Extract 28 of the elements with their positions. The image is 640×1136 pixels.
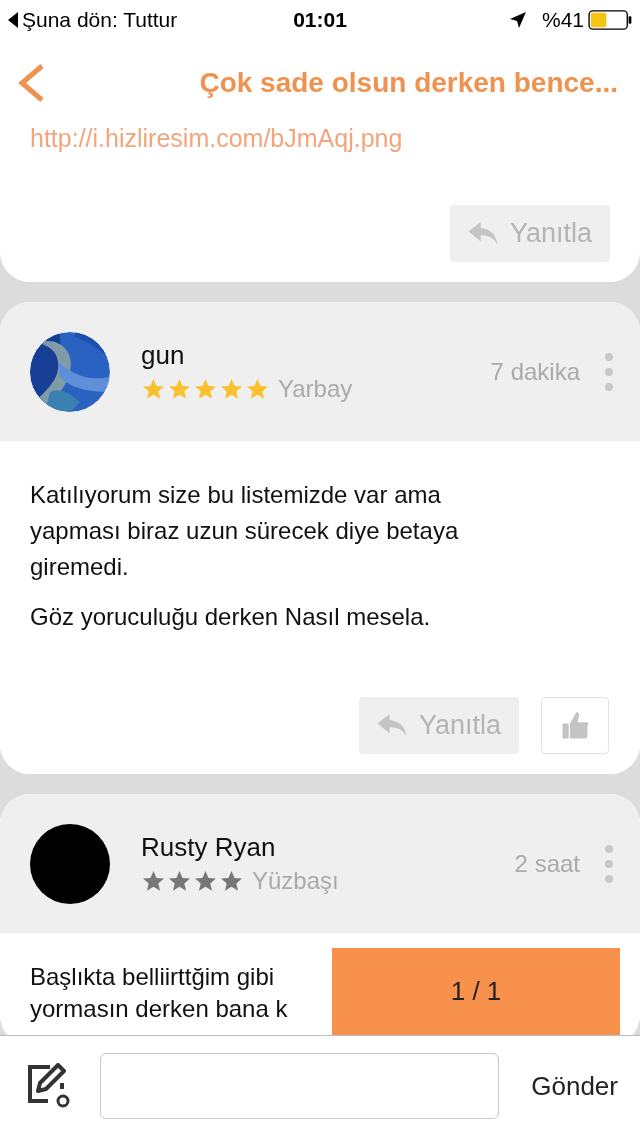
page-indicator[interactable]: 1 / 1 [332, 948, 620, 1035]
comment-text: Göz yoruculuğu derken Nasıl mesela. [30, 602, 432, 632]
thread-title: Çok sade olsun derken bence... [199, 66, 618, 99]
timestamp: 7 dakika [490, 357, 580, 386]
thumbs-up-icon [560, 710, 590, 741]
timestamp: 2 saat [514, 849, 580, 878]
user-rank: Yüzbaşı [252, 867, 339, 895]
like-button[interactable] [541, 697, 609, 754]
back-arrow-icon [8, 12, 18, 28]
reply-arrow-icon [376, 713, 407, 738]
more-options-icon[interactable] [604, 843, 614, 884]
author-name[interactable]: gun [141, 340, 353, 371]
author-name[interactable]: Rusty Ryan [141, 832, 339, 863]
user-rank: Yarbay [278, 375, 353, 403]
clock: 01:01 [293, 8, 347, 32]
send-button[interactable]: Gönder [531, 1070, 618, 1102]
message-input[interactable] [100, 1053, 499, 1119]
reply-arrow-icon [467, 221, 498, 246]
location-icon [509, 12, 526, 28]
comment-text: Başlıkta belliirttğim gibi [30, 962, 275, 992]
comment-text: Katılıyorum size bu listemizde var ama yapması biraz uzun sürecek diye betaya giremedi. [30, 480, 460, 582]
back-chevron-icon[interactable] [16, 62, 46, 103]
back-to-app-link[interactable]: Şuna dön: Tuttur [22, 8, 178, 32]
battery-icon [588, 10, 632, 30]
edit-settings-icon[interactable] [26, 1063, 72, 1109]
more-options-icon[interactable] [604, 351, 614, 392]
battery-percent: %41 [541, 8, 584, 32]
comment-text: yormasın derken bana k [30, 994, 288, 1024]
